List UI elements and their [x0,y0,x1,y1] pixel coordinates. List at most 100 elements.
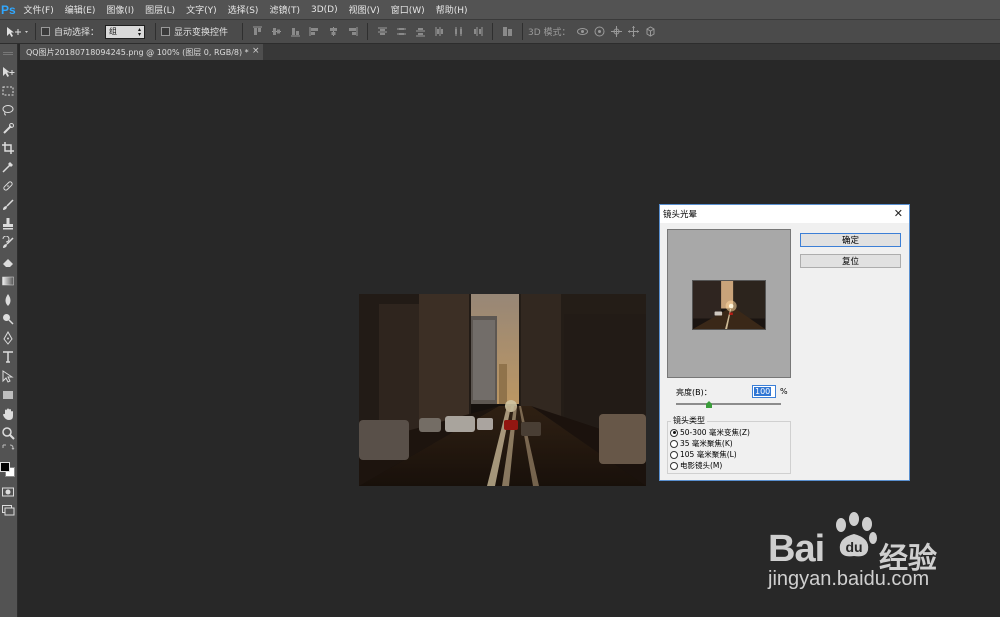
menu-image[interactable]: 图像(I) [101,3,140,16]
show-transform-label: 显示变换控件 [174,28,229,38]
hand-tool-icon[interactable] [1,407,15,421]
menu-file[interactable]: 文件(F) [18,3,59,16]
distribute-right-icon[interactable] [472,26,483,37]
mode-3d-label: 3D 模式： [528,28,571,38]
screen-mode-icon[interactable] [1,503,15,517]
dialog-title: 镜头光晕 [663,210,698,220]
auto-select-checkbox[interactable] [41,27,50,36]
menu-help[interactable]: 帮助(H) [430,3,473,16]
crop-tool-icon[interactable] [1,141,15,155]
street-photo [359,294,646,486]
brightness-label: 亮度(B)： [676,388,712,397]
close-icon[interactable]: × [252,46,260,56]
distribute-left-icon[interactable] [434,26,445,37]
align-vcenter-icon[interactable] [271,26,282,37]
marquee-tool-icon[interactable] [1,84,15,98]
lens-option-50-300[interactable]: 50-300 毫米变焦(Z) [670,427,750,438]
pen-tool-icon[interactable] [1,331,15,345]
eraser-tool-icon[interactable] [1,255,15,269]
distribute-vcenter-icon[interactable] [396,26,407,37]
distribute-top-icon[interactable] [377,26,388,37]
ok-button[interactable]: 确定 [800,233,901,247]
dropdown-arrows-icon: ▴ ▾ [138,25,142,38]
tools-panel [0,44,18,617]
eyedropper-tool-icon[interactable] [1,160,15,174]
radio-button[interactable] [670,439,678,448]
3d-orbit-icon[interactable] [576,25,589,38]
distribute-hcenter-icon[interactable] [453,26,464,37]
zoom-tool-icon[interactable] [1,426,15,440]
reset-button[interactable]: 复位 [800,254,901,268]
lens-option-movie[interactable]: 电影镜头(M) [670,460,722,471]
brightness-unit: % [780,387,788,396]
gradient-tool-icon[interactable] [1,274,15,288]
healing-brush-tool-icon[interactable] [1,179,15,193]
history-brush-tool-icon[interactable] [1,236,15,250]
align-top-icon[interactable] [252,26,263,37]
lasso-tool-icon[interactable] [1,103,15,117]
menu-window[interactable]: 窗口(W) [385,3,430,16]
swap-colors-icon[interactable] [1,443,15,453]
align-hcenter-icon[interactable] [328,26,339,37]
lens-option-label: 电影镜头(M) [680,461,723,470]
path-selection-tool-icon[interactable] [1,369,15,383]
quick-mask-icon[interactable] [1,485,15,499]
baidu-jingyan-watermark: du Bai 经验 jingyan.baidu.com [766,508,996,600]
3d-slide-icon[interactable] [627,25,640,38]
dialog-titlebar[interactable]: 镜头光晕 ✕ [660,205,909,223]
radio-button[interactable] [670,428,678,437]
document-tab-title: QQ图片20180718094245.png @ 100% (图层 0, RGB… [26,47,249,57]
quick-select-tool-icon[interactable] [1,122,15,136]
brightness-input[interactable]: 100 [752,385,776,398]
radio-button[interactable] [670,461,678,470]
menu-layer[interactable]: 图层(L) [140,3,181,16]
lens-option-label: 105 毫米聚焦(L) [680,450,737,459]
preview-thumbnail[interactable] [692,280,766,330]
lens-option-35[interactable]: 35 毫米聚焦(K) [670,438,733,449]
options-separator [492,23,494,40]
blur-tool-icon[interactable] [1,293,15,307]
document-tab[interactable]: QQ图片20180718094245.png @ 100% (图层 0, RGB… [20,44,263,60]
3d-roll-icon[interactable] [593,25,606,38]
brightness-slider-track[interactable] [676,403,781,405]
menu-bar: Ps 文件(F) 编辑(E) 图像(I) 图层(L) 文字(Y) 选择(S) 滤… [0,0,1000,19]
lens-option-105[interactable]: 105 毫米聚焦(L) [670,449,737,460]
foreground-color-swatch[interactable] [0,462,10,472]
radio-button[interactable] [670,450,678,459]
brightness-slider-handle[interactable] [706,401,712,408]
close-icon[interactable]: ✕ [894,207,903,220]
menu-3d[interactable]: 3D(D) [305,5,343,15]
document-tab-bar: QQ图片20180718094245.png @ 100% (图层 0, RGB… [20,44,1000,60]
auto-align-icon[interactable] [502,26,513,37]
dodge-tool-icon[interactable] [1,312,15,326]
align-bottom-icon[interactable] [290,26,301,37]
move-tool-preset-icon[interactable] [4,25,30,39]
show-transform-checkbox[interactable] [161,27,171,36]
svg-text:du: du [845,539,862,555]
flare-preview[interactable] [667,229,791,378]
type-tool-icon[interactable] [1,350,15,364]
paw-logo-icon: du [836,512,877,557]
lens-option-label: 50-300 毫米变焦(Z) [680,428,750,437]
align-right-icon[interactable] [347,26,358,37]
auto-select-dropdown[interactable]: 组 ▴ ▾ [105,24,146,39]
lens-option-label: 35 毫米聚焦(K) [680,439,733,448]
menu-view[interactable]: 视图(V) [343,3,385,16]
app-logo: Ps [1,2,16,17]
3d-pan-icon[interactable] [610,25,623,38]
menu-edit[interactable]: 编辑(E) [59,3,101,16]
document-image[interactable] [359,294,646,486]
distribute-bottom-icon[interactable] [415,26,426,37]
brush-tool-icon[interactable] [1,198,15,212]
menu-type[interactable]: 文字(Y) [181,3,223,16]
menu-select[interactable]: 选择(S) [222,3,264,16]
menu-filter[interactable]: 滤镜(T) [264,3,306,16]
auto-select-label: 自动选择： [54,28,100,38]
3d-scale-icon[interactable] [644,25,657,38]
move-tool-icon[interactable] [1,65,15,79]
options-separator [367,23,369,40]
rectangle-tool-icon[interactable] [1,388,15,402]
panel-grip-icon[interactable] [3,52,13,55]
clone-stamp-tool-icon[interactable] [1,217,15,231]
align-left-icon[interactable] [309,26,320,37]
